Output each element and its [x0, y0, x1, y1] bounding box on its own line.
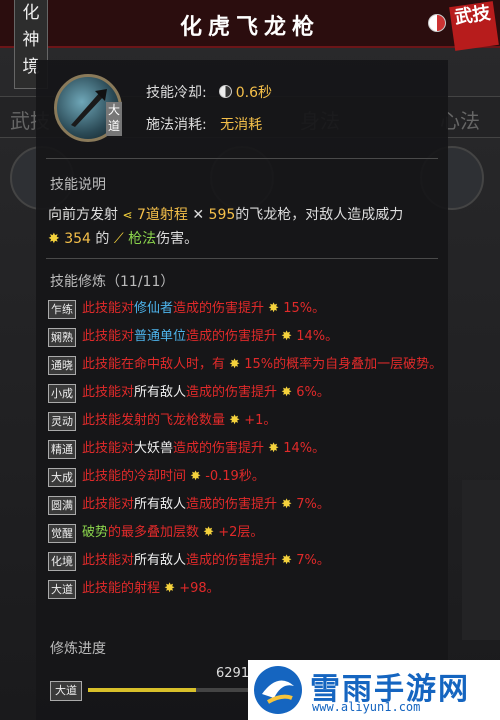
skill-tooltip: 大道 技能冷却: 0.6秒 施法消耗: 无消耗 技能说明 向前方发射 ⋖ 7道射程…: [36, 60, 448, 720]
mod-tier-tag: 化境: [48, 552, 76, 571]
mod-row: 觉醒 破势的最多叠加层数 ✸ +2层。: [48, 523, 444, 543]
mod-tier-tag: 大成: [48, 468, 76, 487]
mod-text: 此技能的冷却时间 ✸ -0.19秒。: [82, 469, 265, 484]
progress-heading: 修炼进度: [50, 641, 106, 657]
skill-description: 向前方发射 ⋖ 7道射程 ✕ 595的飞龙枪，对敌人造成威力 ✸ 354 的 ⟋…: [48, 207, 404, 247]
cooldown-row: 技能冷却: 0.6秒: [146, 85, 272, 101]
mod-text: 破势的最多叠加层数 ✸ +2层。: [82, 525, 264, 540]
spear-type-icon: ⟋: [113, 231, 124, 247]
mod-tier-tag: 乍练: [48, 300, 76, 319]
range-icon: ✕: [192, 207, 205, 223]
mod-row: 小成 此技能对所有敌人造成的伤害提升 ✸ 6%。: [48, 383, 444, 403]
mod-tier-tag: 小成: [48, 384, 76, 403]
mod-row: 灵动 此技能发射的飞龙枪数量 ✸ +1。: [48, 411, 444, 431]
mod-tier-tag: 觉醒: [48, 524, 76, 543]
style-badge: 武技: [449, 1, 499, 51]
mod-text: 此技能对普通单位造成的伤害提升 ✸ 14%。: [82, 329, 339, 344]
mod-row: 圆满 此技能对所有敌人造成的伤害提升 ✸ 7%。: [48, 495, 444, 515]
mod-tier-tag: 娴熟: [48, 328, 76, 347]
tier-tag: 大道: [106, 102, 122, 136]
mod-text: 此技能对所有敌人造成的伤害提升 ✸ 7%。: [82, 553, 330, 568]
yinyang-icon: [428, 14, 446, 32]
mod-row: 化境 此技能对所有敌人造成的伤害提升 ✸ 7%。: [48, 551, 444, 571]
cost-row: 施法消耗: 无消耗: [146, 117, 263, 133]
divider: [46, 258, 438, 259]
mod-text: 此技能在命中敌人时，有 ✸ 15%的概率为自身叠加一层破势。: [82, 357, 443, 372]
mod-row: 乍练 此技能对修仙者造成的伤害提升 ✸ 15%。: [48, 299, 444, 319]
mod-text: 此技能对修仙者造成的伤害提升 ✸ 15%。: [82, 301, 326, 316]
watermark-url: www.aliyun1.com: [312, 700, 421, 714]
mod-tier-tag: 精通: [48, 440, 76, 459]
background-side-panel: [462, 480, 500, 640]
projectile-icon: ⋖: [122, 208, 133, 222]
mod-row: 精通 此技能对大妖兽造成的伤害提升 ✸ 14%。: [48, 439, 444, 459]
description-heading: 技能说明: [50, 177, 106, 193]
mod-tier-tag: 通晓: [48, 356, 76, 375]
mod-row: 通晓 此技能在命中敌人时，有 ✸ 15%的概率为自身叠加一层破势。: [48, 355, 444, 375]
power-icon: ✸: [48, 231, 60, 247]
title-bar: 化虎飞龙枪 武技: [0, 0, 500, 51]
watermark: 雪雨手游网 www.aliyun1.com: [248, 660, 500, 720]
mod-row: 娴熟 此技能对普通单位造成的伤害提升 ✸ 14%。: [48, 327, 444, 347]
mod-text: 此技能对所有敌人造成的伤害提升 ✸ 6%。: [82, 385, 330, 400]
cooldown-icon: [218, 85, 232, 98]
mod-list: 乍练 此技能对修仙者造成的伤害提升 ✸ 15%。 娴熟 此技能对普通单位造成的伤害提升…: [48, 299, 444, 607]
mod-tier-tag: 圆满: [48, 496, 76, 515]
watermark-logo-icon: [254, 666, 302, 714]
mod-tier-tag: 灵动: [48, 412, 76, 431]
mod-tier-tag: 大道: [48, 580, 76, 599]
mod-text: 此技能对所有敌人造成的伤害提升 ✸ 7%。: [82, 497, 330, 512]
divider: [46, 158, 438, 159]
progress-tier-tag: 大道: [50, 681, 82, 701]
mod-text: 此技能的射程 ✸ +98。: [82, 581, 220, 596]
mod-text: 此技能对大妖兽造成的伤害提升 ✸ 14%。: [82, 441, 326, 456]
progress-fill: [88, 688, 196, 692]
mod-text: 此技能发射的飞龙枪数量 ✸ +1。: [82, 413, 277, 428]
mod-row: 大道 此技能的射程 ✸ +98。: [48, 579, 444, 599]
skill-title: 化虎飞龙枪: [179, 14, 320, 40]
mods-heading: 技能修炼（11/11）: [50, 274, 175, 290]
mod-row: 大成 此技能的冷却时间 ✸ -0.19秒。: [48, 467, 444, 487]
